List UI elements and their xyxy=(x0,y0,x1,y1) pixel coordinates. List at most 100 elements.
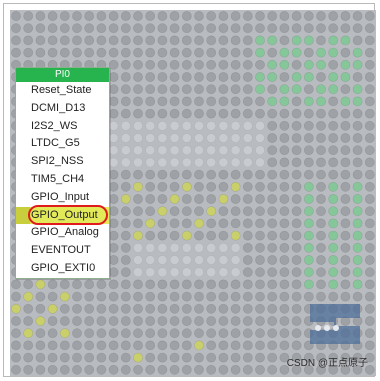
pin-pad[interactable] xyxy=(242,181,253,192)
pin-pad[interactable] xyxy=(316,267,326,278)
pin-pad[interactable] xyxy=(108,206,119,217)
pin-pad[interactable] xyxy=(133,11,143,21)
pin-pad[interactable] xyxy=(242,11,253,21)
pin-pad[interactable] xyxy=(291,157,302,168)
pin-pad[interactable] xyxy=(169,364,180,375)
pin-pad[interactable] xyxy=(255,340,265,351)
pin-pad[interactable] xyxy=(291,145,302,156)
pin-pad[interactable] xyxy=(279,255,290,265)
pin-pad[interactable] xyxy=(157,96,168,107)
pin-pad[interactable] xyxy=(218,291,229,302)
pin-pad[interactable] xyxy=(218,84,229,95)
pin-pad[interactable] xyxy=(279,206,290,217)
pin-pad[interactable] xyxy=(181,194,192,204)
pin-pad[interactable] xyxy=(194,316,204,326)
pin-pad[interactable] xyxy=(194,352,204,363)
pin-pad[interactable] xyxy=(230,11,241,21)
pin-pad[interactable] xyxy=(35,291,46,302)
pin-pad[interactable] xyxy=(194,169,204,180)
pin-pad[interactable] xyxy=(364,279,375,290)
pin-pad[interactable] xyxy=(194,194,204,204)
pin-pad[interactable] xyxy=(84,352,95,363)
pin-pad[interactable] xyxy=(328,72,339,82)
pin-pad[interactable] xyxy=(72,316,82,326)
pin-pad[interactable] xyxy=(11,340,21,351)
pin-pad[interactable] xyxy=(279,35,290,46)
pin-pad[interactable] xyxy=(267,181,278,192)
pin-pad[interactable] xyxy=(267,23,278,34)
pin-pad[interactable] xyxy=(340,59,351,70)
pin-pad[interactable] xyxy=(279,133,290,143)
pin-pad[interactable] xyxy=(242,230,253,241)
pin-pad[interactable] xyxy=(96,291,107,302)
pin-pad[interactable] xyxy=(72,352,82,363)
pin-pad[interactable] xyxy=(169,169,180,180)
pin-pad[interactable] xyxy=(303,279,314,290)
pin-pad[interactable] xyxy=(108,47,119,58)
pin-pad[interactable] xyxy=(328,11,339,21)
pin-pad[interactable] xyxy=(96,279,107,290)
pin-pad[interactable] xyxy=(145,169,156,180)
pin-pad[interactable] xyxy=(291,194,302,204)
pin-pad[interactable] xyxy=(157,206,168,217)
pin-pad[interactable] xyxy=(303,181,314,192)
pin-pad[interactable] xyxy=(47,279,58,290)
pin-pad[interactable] xyxy=(206,328,217,339)
pin-pad[interactable] xyxy=(230,364,241,375)
pin-pad[interactable] xyxy=(267,145,278,156)
pin-pad[interactable] xyxy=(133,84,143,95)
pin-pad[interactable] xyxy=(181,340,192,351)
pin-pad[interactable] xyxy=(108,279,119,290)
pin-pad[interactable] xyxy=(194,47,204,58)
pin-pad[interactable] xyxy=(303,218,314,229)
pin-pad[interactable] xyxy=(218,328,229,339)
pin-pad[interactable] xyxy=(316,157,326,168)
pin-pad[interactable] xyxy=(267,267,278,278)
pin-pad[interactable] xyxy=(133,230,143,241)
pin-pad[interactable] xyxy=(267,108,278,119)
pin-pad[interactable] xyxy=(120,291,131,302)
pin-pad[interactable] xyxy=(218,206,229,217)
pin-pad[interactable] xyxy=(181,328,192,339)
pin-pad[interactable] xyxy=(303,267,314,278)
pin-pad[interactable] xyxy=(328,181,339,192)
pin-pad[interactable] xyxy=(96,35,107,46)
pin-pad[interactable] xyxy=(206,316,217,326)
pin-pad[interactable] xyxy=(157,230,168,241)
pin-pad[interactable] xyxy=(364,23,375,34)
pin-pad[interactable] xyxy=(303,59,314,70)
pin-pad[interactable] xyxy=(194,340,204,351)
pin-pad[interactable] xyxy=(120,364,131,375)
pin-pad[interactable] xyxy=(145,352,156,363)
pin-pad[interactable] xyxy=(108,352,119,363)
pin-pad[interactable] xyxy=(218,364,229,375)
pin-pad[interactable] xyxy=(72,23,82,34)
pin-pad[interactable] xyxy=(279,11,290,21)
pin-pad[interactable] xyxy=(230,279,241,290)
pin-pad[interactable] xyxy=(11,328,21,339)
pin-pad[interactable] xyxy=(218,96,229,107)
pin-pad[interactable] xyxy=(59,291,70,302)
pin-pad[interactable] xyxy=(145,328,156,339)
pin-pad[interactable] xyxy=(303,108,314,119)
pin-pad[interactable] xyxy=(364,84,375,95)
pin-pad[interactable] xyxy=(230,23,241,34)
menu-item-gpio-analog[interactable]: GPIO_Analog xyxy=(16,224,109,242)
pin-pad[interactable] xyxy=(328,84,339,95)
pin-pad[interactable] xyxy=(255,267,265,278)
pin-pad[interactable] xyxy=(84,291,95,302)
pin-pad[interactable] xyxy=(291,169,302,180)
pin-pad[interactable] xyxy=(84,23,95,34)
pin-pad[interactable] xyxy=(133,194,143,204)
pin-pad[interactable] xyxy=(218,316,229,326)
pin-pad[interactable] xyxy=(120,352,131,363)
pin-pad[interactable] xyxy=(194,72,204,82)
pin-pad[interactable] xyxy=(169,108,180,119)
pin-pad[interactable] xyxy=(242,194,253,204)
pin-pad[interactable] xyxy=(11,303,21,314)
pin-pad[interactable] xyxy=(194,23,204,34)
pin-pad[interactable] xyxy=(84,11,95,21)
pin-pad[interactable] xyxy=(108,23,119,34)
pin-pad[interactable] xyxy=(218,181,229,192)
pin-pad[interactable] xyxy=(328,133,339,143)
